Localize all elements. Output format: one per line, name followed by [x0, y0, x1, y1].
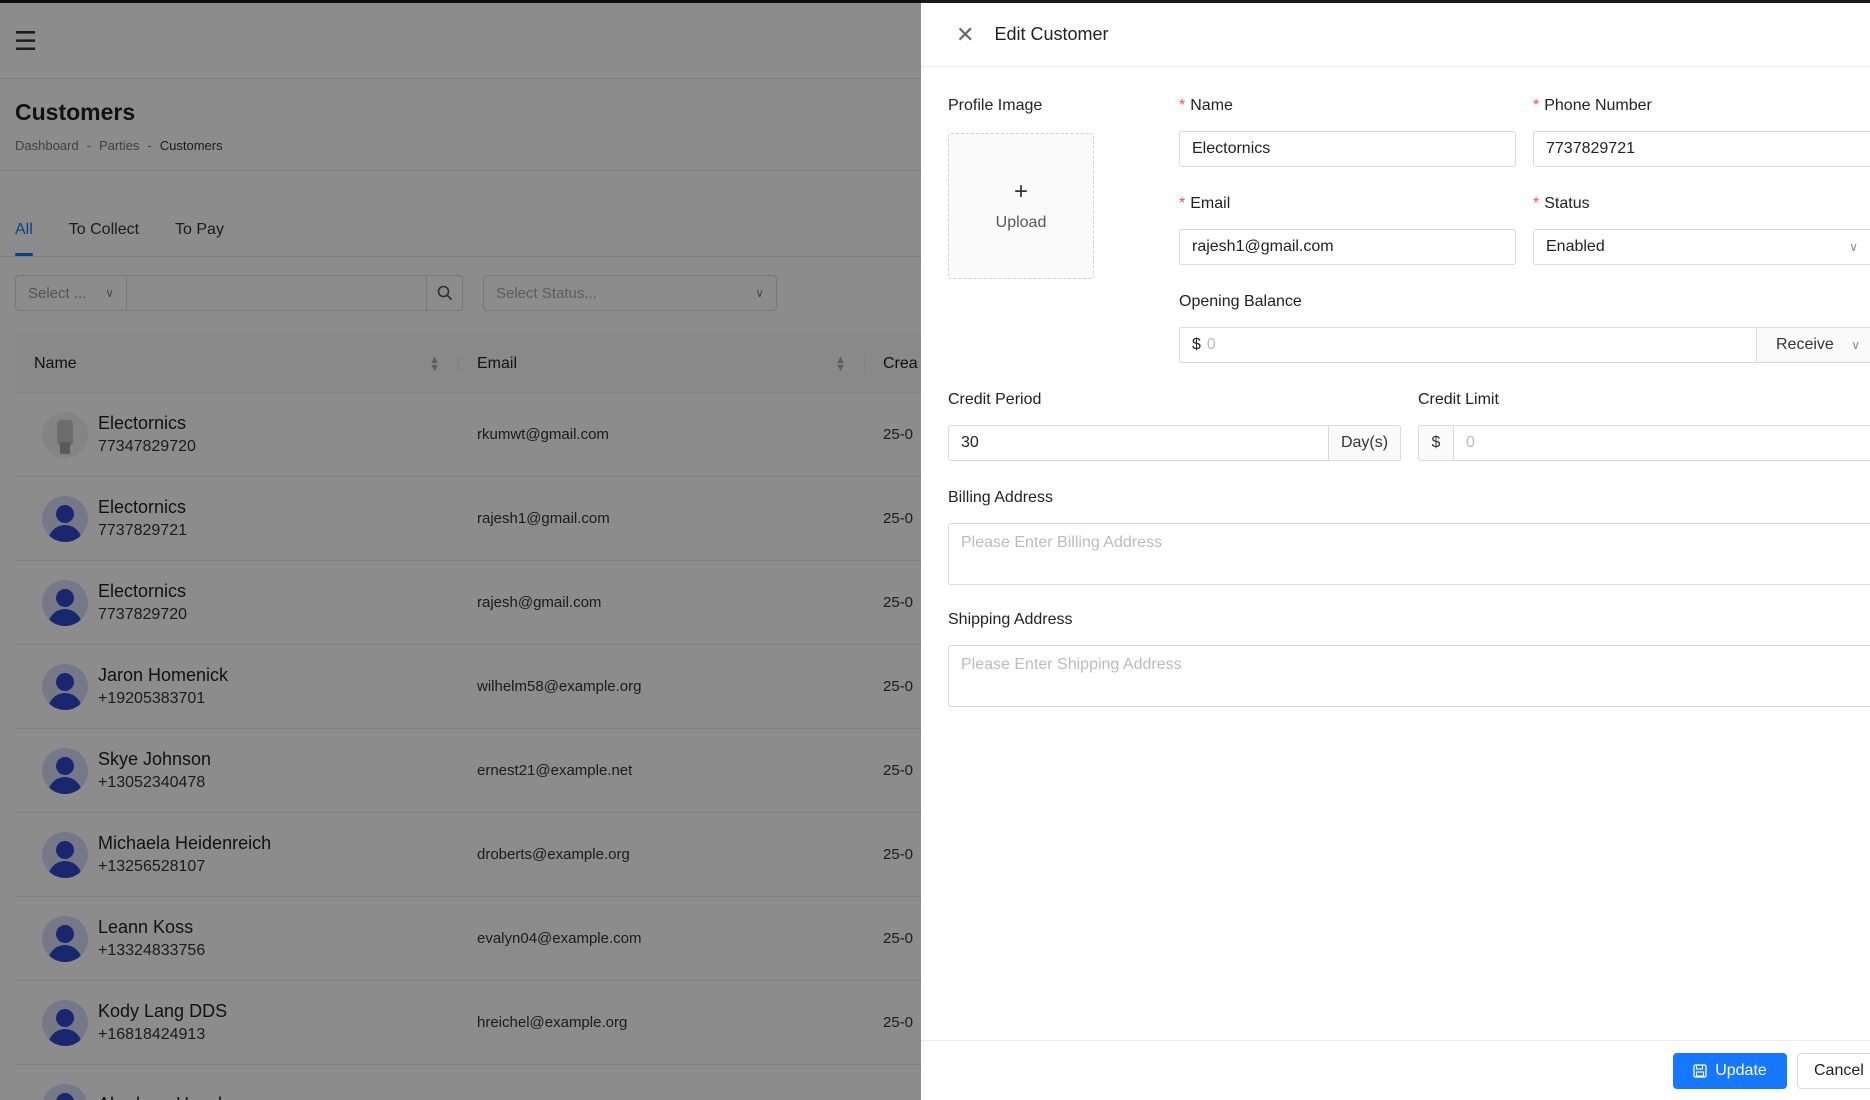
credit-limit-placeholder: 0 [1466, 434, 1475, 451]
shipping-address-label: Shipping Address [948, 611, 1073, 628]
currency-prefix: $ [1192, 336, 1201, 353]
credit-period-label: Credit Period [948, 391, 1042, 408]
update-button[interactable]: Update [1673, 1053, 1787, 1089]
drawer-footer: Update Cancel [921, 1040, 1870, 1100]
update-button-label: Update [1715, 1062, 1767, 1079]
required-mark: * [1533, 195, 1540, 212]
email-label-text: Email [1190, 195, 1231, 212]
billing-address-textarea[interactable]: Please Enter Billing Address [948, 523, 1870, 585]
phone-label: * Phone Number [1533, 97, 1652, 115]
credit-limit-input[interactable]: 0 [1453, 425, 1870, 461]
phone-label-text: Phone Number [1544, 97, 1652, 114]
status-label: * Status [1533, 195, 1590, 213]
balance-type-value: Receive [1776, 336, 1834, 353]
billing-address-placeholder: Please Enter Billing Address [961, 534, 1162, 551]
profile-image-label: Profile Image [948, 97, 1043, 114]
chevron-down-icon: ∨ [1851, 338, 1860, 352]
chevron-down-icon: ∨ [1849, 240, 1858, 254]
required-mark: * [1533, 97, 1540, 114]
billing-address-label: Billing Address [948, 489, 1053, 506]
opening-balance-placeholder: 0 [1206, 336, 1216, 353]
status-value: Enabled [1546, 238, 1605, 255]
opening-balance-input[interactable]: $ 0 [1179, 327, 1757, 363]
drawer-title: Edit Customer [994, 24, 1109, 44]
required-mark: * [1179, 97, 1186, 114]
save-icon [1693, 1064, 1707, 1078]
credit-limit-label: Credit Limit [1418, 391, 1499, 408]
credit-limit-prefix: $ [1418, 425, 1454, 461]
plus-icon: + [1013, 178, 1028, 205]
phone-input[interactable]: 7737829721 [1533, 131, 1870, 167]
upload-label: Upload [995, 214, 1047, 231]
upload-profile-image[interactable]: + Upload [948, 133, 1094, 279]
credit-period-input[interactable]: 30 [948, 425, 1329, 461]
balance-type-select[interactable]: Receive ∨ [1756, 327, 1870, 363]
opening-balance-label: Opening Balance [1179, 293, 1302, 310]
shipping-address-placeholder: Please Enter Shipping Address [961, 656, 1182, 673]
required-mark: * [1179, 195, 1186, 212]
name-label-text: Name [1190, 97, 1233, 114]
email-label: * Email [1179, 195, 1230, 213]
status-select[interactable]: Enabled ∨ [1533, 229, 1870, 265]
shipping-address-textarea[interactable]: Please Enter Shipping Address [948, 645, 1870, 707]
credit-period-unit: Day(s) [1328, 425, 1401, 461]
cancel-button[interactable]: Cancel [1797, 1053, 1870, 1089]
drawer-header: ✕ Edit Customer [921, 3, 1870, 67]
edit-customer-drawer: ✕ Edit Customer Profile Image + Upload *… [921, 0, 1870, 1100]
email-input[interactable]: rajesh1@gmail.com [1179, 229, 1516, 265]
name-label: * Name [1179, 97, 1233, 115]
close-icon[interactable]: ✕ [956, 23, 974, 46]
name-input[interactable]: Electornics [1179, 131, 1516, 167]
status-label-text: Status [1544, 195, 1590, 212]
